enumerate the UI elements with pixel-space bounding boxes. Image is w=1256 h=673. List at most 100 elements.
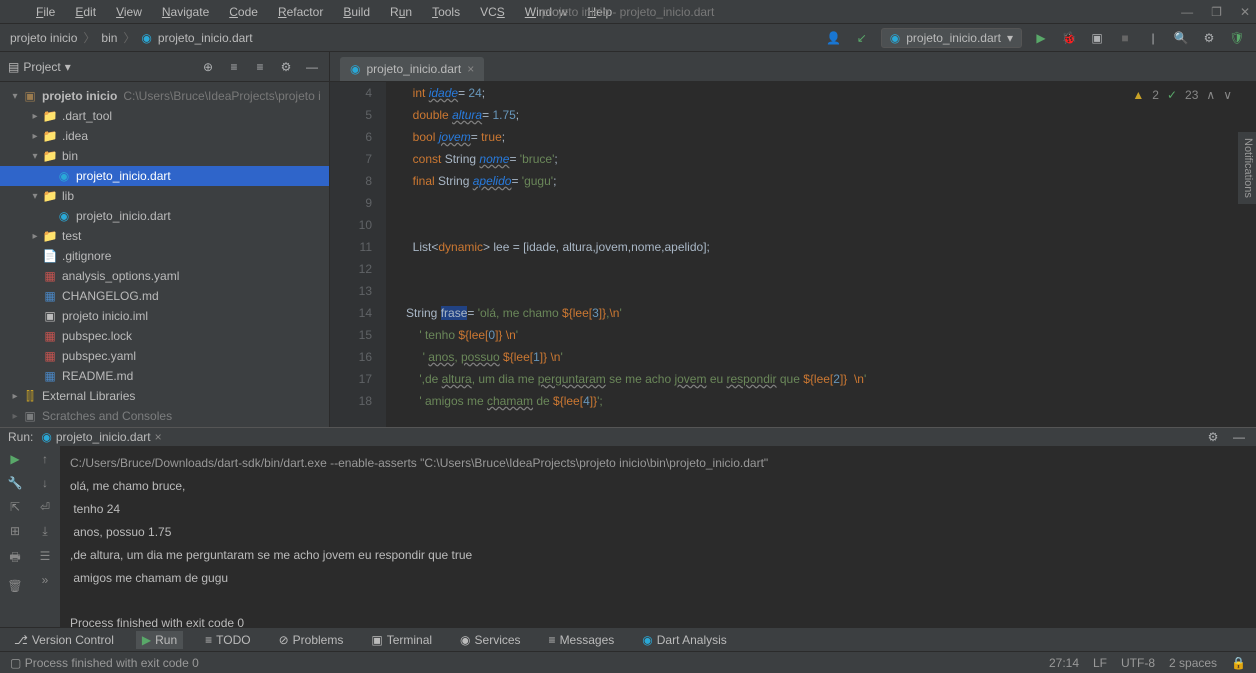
down-arrow-icon[interactable]: ↓ bbox=[42, 476, 48, 490]
wrap-icon[interactable]: ⏎ bbox=[40, 500, 50, 514]
inspection-badges[interactable]: ▲2 ✓23 ∧ ∨ bbox=[1132, 88, 1232, 102]
run-config-selector[interactable]: ◉ projeto_inicio.dart ▾ bbox=[881, 28, 1022, 48]
caret-position[interactable]: 27:14 bbox=[1049, 656, 1079, 670]
tree-pubyaml[interactable]: ▦pubspec.yaml bbox=[0, 346, 329, 366]
close-icon[interactable]: × bbox=[155, 430, 162, 444]
menu-run[interactable]: Run bbox=[382, 3, 420, 21]
tree-analysis[interactable]: ▦analysis_options.yaml bbox=[0, 266, 329, 286]
hide-icon[interactable]: — bbox=[1230, 428, 1248, 446]
line-ending[interactable]: LF bbox=[1093, 656, 1107, 670]
up-arrow-icon[interactable]: ↑ bbox=[42, 452, 48, 466]
tree-root[interactable]: ▾▣projeto inicioC:\Users\Bruce\IdeaProje… bbox=[0, 86, 329, 106]
tree-publock[interactable]: ▦pubspec.lock bbox=[0, 326, 329, 346]
breadcrumb-a[interactable]: projeto inicio bbox=[10, 31, 77, 45]
tree-idea[interactable]: ▸📁.idea bbox=[0, 126, 329, 146]
tab-run[interactable]: ▶Run bbox=[136, 631, 183, 649]
select-opened-icon[interactable]: ⊕ bbox=[199, 58, 217, 76]
run-button[interactable]: ▶ bbox=[1032, 29, 1050, 47]
menu-refactor[interactable]: Refactor bbox=[270, 3, 331, 21]
hide-icon[interactable]: — bbox=[303, 58, 321, 76]
tab-messages[interactable]: ≡Messages bbox=[543, 631, 621, 649]
indent[interactable]: 2 spaces bbox=[1169, 656, 1217, 670]
tab-terminal[interactable]: ▣Terminal bbox=[365, 631, 438, 649]
gutter: 456789101112131415161718 bbox=[330, 82, 386, 427]
tree-dart-tool[interactable]: ▸📁.dart_tool bbox=[0, 106, 329, 126]
tree-scratches[interactable]: ▸▣Scratches and Consoles bbox=[0, 406, 329, 426]
code-content[interactable]: int idade= 24; double altura= 1.75; bool… bbox=[386, 82, 1256, 427]
menu-edit[interactable]: Edit bbox=[67, 3, 104, 21]
breadcrumb-c[interactable]: projeto_inicio.dart bbox=[158, 31, 253, 45]
menu-navigate[interactable]: Navigate bbox=[154, 3, 217, 21]
run-tab[interactable]: ◉ projeto_inicio.dart × bbox=[33, 428, 169, 446]
chevron-down-icon[interactable]: ∨ bbox=[1223, 88, 1232, 102]
status-message: Process finished with exit code 0 bbox=[25, 656, 199, 670]
tree-lib[interactable]: ▾📁lib bbox=[0, 186, 329, 206]
rerun-icon[interactable]: ▶ bbox=[10, 452, 19, 466]
tab-services[interactable]: ◉Services bbox=[454, 631, 527, 649]
chevron-up-icon[interactable]: ∧ bbox=[1206, 88, 1215, 102]
help-icon[interactable]: » bbox=[42, 573, 49, 587]
menu-file[interactable]: File bbox=[28, 3, 63, 21]
run-label: Run: bbox=[8, 430, 33, 444]
menu-build[interactable]: Build bbox=[335, 3, 378, 21]
maximize-icon[interactable]: ❐ bbox=[1211, 5, 1222, 19]
breadcrumb-b[interactable]: bin bbox=[101, 31, 117, 45]
wrench-icon[interactable]: 🔧 bbox=[8, 476, 23, 490]
minimize-icon[interactable]: — bbox=[1181, 5, 1193, 19]
stop-button[interactable]: ■ bbox=[1116, 29, 1134, 47]
close-tab-icon[interactable]: × bbox=[467, 62, 474, 76]
chevron-down-icon[interactable]: ▾ bbox=[65, 60, 71, 74]
status-icon[interactable]: ▢ bbox=[10, 656, 21, 670]
encoding[interactable]: UTF-8 bbox=[1121, 656, 1155, 670]
divider: | bbox=[1144, 29, 1162, 47]
project-icon: ▤ bbox=[8, 60, 19, 74]
settings-icon[interactable]: ⚙ bbox=[1200, 29, 1218, 47]
update-icon[interactable]: ↙ bbox=[853, 29, 871, 47]
menu-view[interactable]: View bbox=[108, 3, 150, 21]
menu-vcs[interactable]: VCS bbox=[472, 3, 513, 21]
dart-icon: ◉ bbox=[350, 62, 360, 76]
tree-changelog[interactable]: ▦CHANGELOG.md bbox=[0, 286, 329, 306]
tree-bin-file[interactable]: ◉projeto_inicio.dart bbox=[0, 166, 329, 186]
tab-dart-analysis[interactable]: ◉Dart Analysis bbox=[636, 631, 733, 649]
expand-icon[interactable]: ≡ bbox=[225, 58, 243, 76]
print-icon[interactable]: 🖶 bbox=[9, 548, 20, 569]
breadcrumb[interactable]: projeto inicio〉 bin〉 ◉ projeto_inicio.da… bbox=[10, 29, 253, 46]
tab-problems[interactable]: ⊘Problems bbox=[273, 631, 350, 649]
tree-lib-file[interactable]: ◉projeto_inicio.dart bbox=[0, 206, 329, 226]
shield-icon[interactable]: 🛡 bbox=[1228, 29, 1246, 47]
gear-icon[interactable]: ⚙ bbox=[277, 58, 295, 76]
run-panel: Run: ◉ projeto_inicio.dart × ⚙ — ▶ 🔧 ⇱ ⊞… bbox=[0, 427, 1256, 627]
panel-title[interactable]: Project bbox=[23, 60, 60, 74]
menu-code[interactable]: Code bbox=[221, 3, 266, 21]
tab-version-control[interactable]: ⎇Version Control bbox=[8, 631, 120, 649]
scroll-icon[interactable]: ⤓ bbox=[42, 524, 47, 539]
menu-tools[interactable]: Tools bbox=[424, 3, 468, 21]
tree-iml[interactable]: ▣projeto inicio.iml bbox=[0, 306, 329, 326]
lock-icon[interactable]: 🔒 bbox=[1231, 656, 1246, 670]
dart-icon: ◉ bbox=[41, 430, 51, 444]
coverage-button[interactable]: ▣ bbox=[1088, 29, 1106, 47]
delete-icon[interactable]: 🗑 bbox=[7, 579, 22, 593]
notifications-tab[interactable]: Notifications bbox=[1238, 132, 1256, 204]
export-icon[interactable]: ⇱ bbox=[10, 500, 20, 514]
close-icon[interactable]: ✕ bbox=[1240, 5, 1250, 19]
add-user-icon[interactable]: 👤 bbox=[825, 29, 843, 47]
editor-tab[interactable]: ◉ projeto_inicio.dart × bbox=[340, 57, 484, 81]
collapse-icon[interactable]: ≡ bbox=[251, 58, 269, 76]
debug-button[interactable]: 🐞 bbox=[1060, 29, 1078, 47]
gear-icon[interactable]: ⚙ bbox=[1204, 428, 1222, 446]
tree-bin[interactable]: ▾📁bin bbox=[0, 146, 329, 166]
tree-extlib[interactable]: ▸⫿⫿External Libraries bbox=[0, 386, 329, 406]
search-icon[interactable]: 🔍 bbox=[1172, 29, 1190, 47]
project-tree[interactable]: ▾▣projeto inicioC:\Users\Bruce\IdeaProje… bbox=[0, 82, 329, 427]
project-panel: ▤ Project ▾ ⊕ ≡ ≡ ⚙ — ▾▣projeto inicioC:… bbox=[0, 52, 330, 427]
console-output[interactable]: C:/Users/Bruce/Downloads/dart-sdk/bin/da… bbox=[60, 446, 1256, 641]
tree-readme[interactable]: ▦README.md bbox=[0, 366, 329, 386]
tree-gitignore[interactable]: 📄.gitignore bbox=[0, 246, 329, 266]
tab-todo[interactable]: ≡TODO bbox=[199, 631, 256, 649]
filter-icon[interactable]: ☰ bbox=[40, 549, 51, 563]
tree-test[interactable]: ▸📁test bbox=[0, 226, 329, 246]
code-editor[interactable]: 456789101112131415161718 int idade= 24; … bbox=[330, 82, 1256, 427]
layout-icon[interactable]: ⊞ bbox=[10, 524, 20, 538]
